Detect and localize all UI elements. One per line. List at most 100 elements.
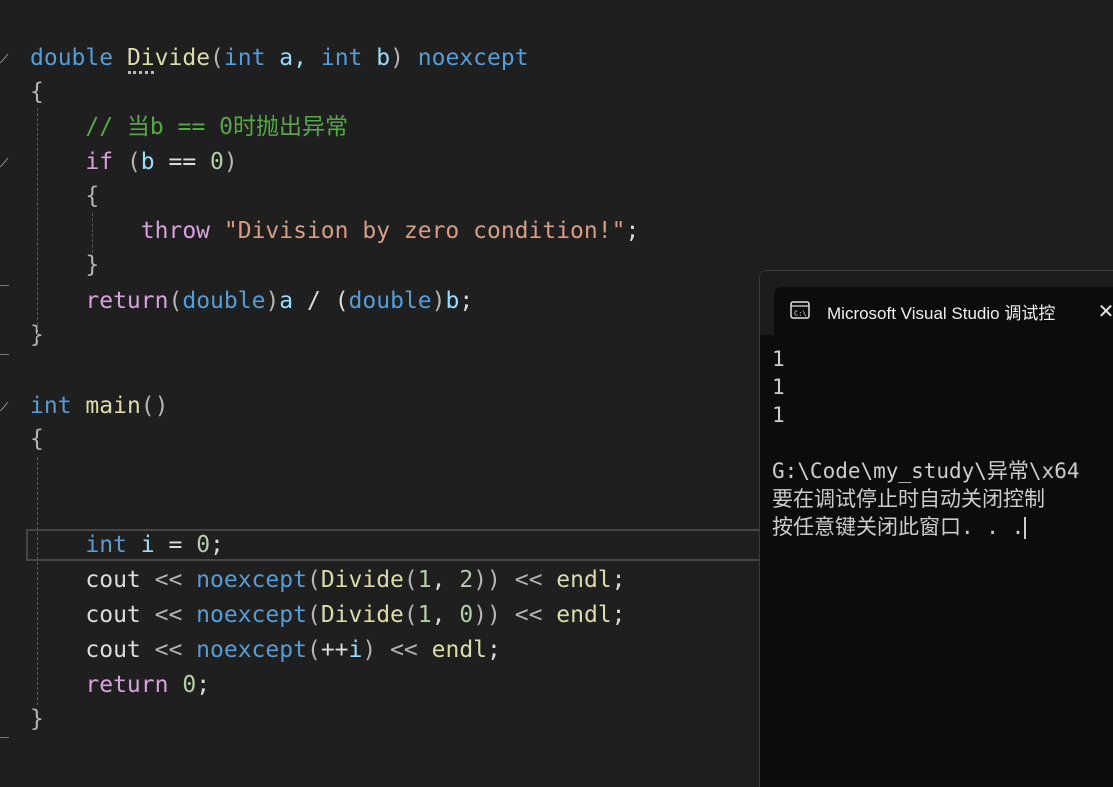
code-token: // 当b == 0时抛出异常 [85, 114, 349, 140]
console-title: Microsoft Visual Studio 调试控 [827, 304, 1056, 323]
code-line[interactable]: int main() [30, 389, 169, 424]
code-line[interactable]: { [30, 422, 44, 457]
code-token: throw [140, 218, 211, 244]
code-line[interactable]: cout << noexcept(++i) << endl; [30, 633, 501, 668]
code-line[interactable]: if (b == 0) [30, 145, 237, 180]
code-token: == [154, 149, 211, 175]
code-token: } [30, 706, 44, 732]
code-token: ++ [320, 637, 349, 663]
collapse-if-icon[interactable]: ⟋ [0, 157, 10, 169]
code-line[interactable]: { [30, 75, 44, 110]
code-token: b [140, 149, 155, 175]
code-token: / ( [293, 288, 349, 314]
code-token: , [431, 567, 460, 593]
code-token: ; [196, 672, 211, 698]
current-line-highlight [26, 529, 766, 561]
code-token: ) [265, 288, 280, 314]
code-token: )) [473, 567, 515, 593]
code-token: a [279, 288, 294, 314]
code-line[interactable]: cout << noexcept(Divide(1, 0)) << endl; [30, 598, 625, 633]
code-line[interactable]: return 0; [30, 668, 210, 703]
code-token: ( [403, 602, 418, 628]
code-token: 0 [210, 149, 224, 175]
indent-guide-divide [37, 108, 38, 340]
code-token: << [514, 567, 557, 593]
indent-guide-main [37, 457, 38, 705]
code-token: << [140, 602, 197, 628]
code-token: return [85, 672, 169, 698]
code-token: 2 [459, 567, 474, 593]
code-line[interactable]: } [30, 702, 44, 737]
close-tab-icon[interactable]: ✕ [1094, 299, 1113, 323]
code-line[interactable]: } [30, 248, 99, 283]
code-token: ( [306, 637, 321, 663]
code-token: ; [611, 567, 626, 593]
code-token: cout [85, 567, 141, 593]
console-titlebar[interactable]: C:\ Microsoft Visual Studio 调试控 ✕ [760, 271, 1113, 335]
code-token: double [348, 288, 432, 314]
code-token: 1 [417, 567, 432, 593]
code-token: ) [362, 637, 391, 663]
code-token: int [320, 45, 363, 71]
text-cursor [1024, 517, 1027, 539]
code-token: } [85, 252, 100, 278]
collapse-divide-icon[interactable]: ⟋ [0, 53, 10, 65]
console-output-line: 要在调试停止时自动关闭控制 [772, 487, 1045, 511]
code-line[interactable]: cout << noexcept(Divide(1, 2)) << endl; [30, 563, 626, 598]
code-token: endl [431, 637, 488, 663]
code-token: a, [265, 45, 321, 71]
code-token: , [431, 602, 460, 628]
code-token: 0 [459, 602, 474, 628]
code-token: ( [403, 567, 418, 593]
code-token: noexcept [196, 602, 307, 628]
code-token: ( [210, 45, 224, 71]
collapse-main-icon[interactable]: ⟋ [0, 401, 10, 413]
code-token: ( [306, 567, 321, 593]
code-token: noexcept [196, 637, 307, 663]
fold-end-if [0, 285, 9, 286]
console-output[interactable]: 1 1 1 G:\Code\my_study\异常\x64 要在调试停止时自动关闭控制按… [772, 345, 1113, 541]
code-token: int [223, 45, 266, 71]
code-token: Divide [320, 602, 404, 628]
fold-end-main [0, 737, 9, 738]
code-token: cout [85, 637, 141, 663]
code-token: << [390, 637, 432, 663]
code-line[interactable]: // 当b == 0时抛出异常 [30, 110, 348, 145]
code-line[interactable]: throw "Division by zero condition!"; [30, 214, 640, 249]
debug-console-window[interactable]: C:\ Microsoft Visual Studio 调试控 ✕ 1 1 1 G:\… [759, 270, 1113, 787]
code-token: { [85, 183, 100, 209]
code-token: i [348, 637, 363, 663]
code-token: b [362, 45, 391, 71]
code-token: { [30, 79, 44, 105]
code-token: ) [431, 288, 446, 314]
code-token: << [514, 602, 557, 628]
indent-guide-if [92, 213, 93, 253]
code-token: noexcept [196, 567, 307, 593]
code-line[interactable]: return(double)a / (double)b; [30, 284, 473, 319]
console-tab[interactable]: C:\ Microsoft Visual Studio 调试控 ✕ [774, 287, 1113, 335]
code-line[interactable]: double Divide(int a, int b) noexcept [30, 41, 529, 76]
code-token: double [30, 45, 114, 71]
code-token: ; [487, 637, 501, 663]
code-token: double [182, 288, 266, 314]
code-token: ( [306, 602, 321, 628]
code-token: Divide [320, 567, 404, 593]
code-token: endl [556, 567, 612, 593]
code-token: main [85, 393, 141, 419]
console-output-line: 1 [772, 347, 785, 371]
code-line[interactable]: { [30, 179, 99, 214]
code-token: 1 [417, 602, 432, 628]
code-token: () [140, 393, 169, 419]
